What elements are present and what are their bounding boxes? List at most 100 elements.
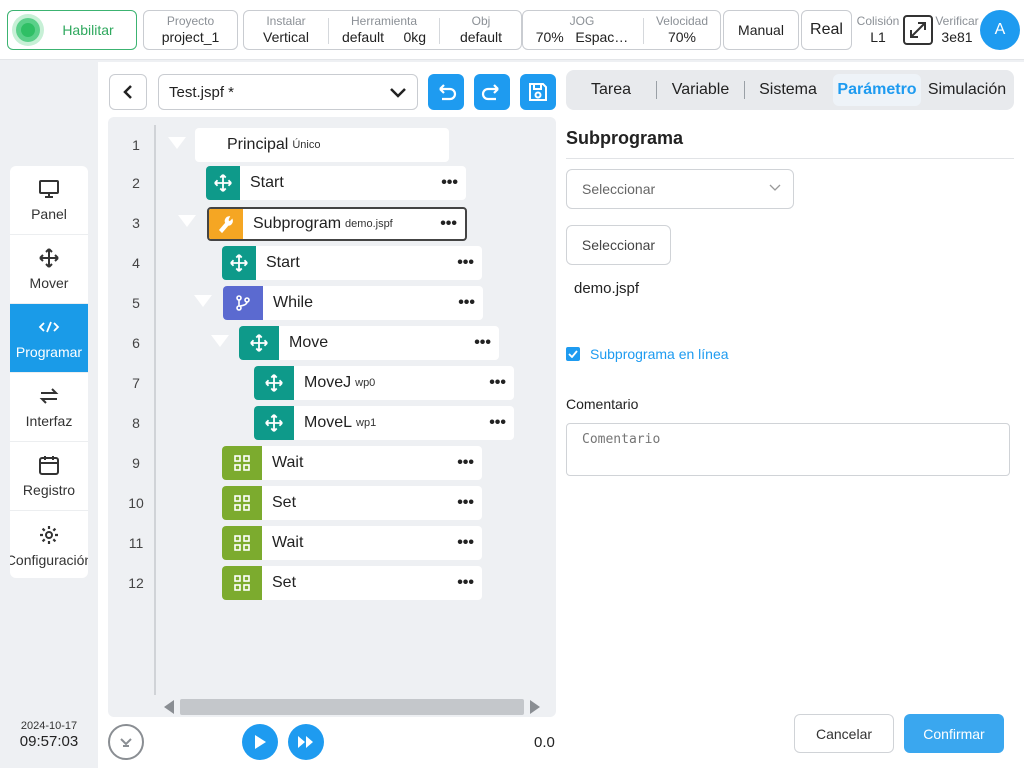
horizontal-scrollbar[interactable] (160, 697, 544, 717)
move-arrows-icon (38, 247, 60, 269)
tab-system[interactable]: Sistema (745, 74, 831, 106)
line-number: 4 (132, 255, 140, 271)
line-number: 1 (132, 137, 140, 153)
tree-node-wait[interactable]: Wait ••• (222, 446, 482, 480)
redo-button[interactable] (474, 74, 510, 110)
more-options-icon[interactable]: ••• (489, 414, 506, 432)
collapse-caret-icon[interactable] (168, 137, 186, 149)
file-select[interactable]: Test.jspf * (158, 74, 418, 110)
tab-bar: Tarea Variable Sistema Parámetro Simulac… (566, 70, 1014, 110)
more-options-icon[interactable]: ••• (458, 294, 475, 312)
sidebar-item-label: Programar (15, 344, 83, 360)
inline-subprogram-checkbox[interactable]: Subprograma en línea (566, 346, 729, 362)
install-value: Vertical (263, 29, 309, 45)
manual-mode-button[interactable]: Manual (723, 10, 799, 50)
install-tool-obj-box[interactable]: Instalar Vertical Herramienta default 0k… (243, 10, 522, 50)
more-options-icon[interactable]: ••• (489, 374, 506, 392)
scroll-left-icon[interactable] (164, 700, 174, 714)
user-avatar[interactable]: A (980, 10, 1020, 50)
comment-field[interactable] (566, 423, 1010, 476)
line-number: 6 (132, 335, 140, 351)
cancel-button[interactable]: Cancelar (794, 714, 894, 753)
verify-label: Verificar (935, 14, 979, 28)
fast-forward-button[interactable] (288, 724, 324, 760)
more-options-icon[interactable]: ••• (457, 494, 474, 512)
tree-node-movel[interactable]: MoveL wp1 ••• (254, 406, 514, 440)
verify-indicator[interactable]: Verificar 3e81 (933, 14, 981, 45)
select-file-button[interactable]: Seleccionar (566, 225, 671, 265)
project-label: Proyecto (166, 14, 215, 28)
file-name: Test.jspf * (169, 83, 235, 101)
node-label: Start (266, 254, 300, 271)
sidebar-item-label: Interfaz (25, 413, 73, 429)
tree-node-set[interactable]: Set ••• (222, 486, 482, 520)
scroll-right-icon[interactable] (530, 700, 540, 714)
tree-node-subprogram[interactable]: Subprogram demo.jspf ••• (207, 207, 467, 241)
collapse-caret-icon[interactable] (211, 335, 229, 347)
node-sublabel: demo.jspf (345, 218, 393, 230)
tool-payload: 0kg (403, 29, 427, 45)
confirm-button[interactable]: Confirmar (904, 714, 1004, 753)
node-label: While (273, 294, 314, 311)
line-number: 3 (132, 215, 140, 231)
tool-value: default 0kg (341, 29, 427, 45)
install-label: Instalar (266, 14, 306, 28)
tab-variable[interactable]: Variable (657, 74, 744, 106)
tree-node-while[interactable]: While ••• (223, 286, 483, 320)
sidebar: Panel Mover Programar Interfaz Registro … (10, 166, 88, 578)
tree-node-principal[interactable]: Principal Único (195, 128, 449, 162)
tree-node-movej[interactable]: MoveJ wp0 ••• (254, 366, 514, 400)
sidebar-item-log[interactable]: Registro (10, 442, 88, 511)
checkbox-checked-icon[interactable] (566, 347, 580, 361)
save-button[interactable] (520, 74, 556, 110)
more-options-icon[interactable]: ••• (440, 215, 457, 233)
move-arrows-icon (222, 246, 256, 280)
tree-node-set[interactable]: Set ••• (222, 566, 482, 600)
undo-button[interactable] (428, 74, 464, 110)
speed-value: 70% (667, 29, 697, 45)
fast-forward-icon (298, 736, 313, 748)
time-text: 09:57:03 (19, 733, 79, 750)
tab-parameter[interactable]: Parámetro (833, 74, 921, 106)
tab-task[interactable]: Tarea (566, 74, 656, 106)
sidebar-item-settings[interactable]: Configuración (10, 511, 88, 578)
date-text: 2024-10-17 (20, 720, 78, 732)
sidebar-item-program[interactable]: Programar (10, 304, 88, 373)
select-placeholder: Seleccionar (582, 181, 656, 197)
collapse-caret-icon[interactable] (178, 215, 196, 227)
sidebar-item-move[interactable]: Mover (10, 235, 88, 304)
parameter-panel: Tarea Variable Sistema Parámetro Simulac… (562, 62, 1024, 768)
more-options-icon[interactable]: ••• (457, 574, 474, 592)
tree-node-start[interactable]: Start ••• (222, 246, 482, 280)
scrollbar-thumb[interactable] (180, 699, 524, 715)
save-icon (529, 83, 547, 101)
more-options-icon[interactable]: ••• (457, 534, 474, 552)
step-down-button[interactable] (108, 724, 144, 760)
line-number: 2 (132, 175, 140, 191)
tab-simulation[interactable]: Simulación (921, 74, 1013, 106)
selected-file-name: demo.jspf (574, 280, 640, 297)
project-box[interactable]: Proyecto project_1 (143, 10, 238, 50)
sidebar-item-interface[interactable]: Interfaz (10, 373, 88, 442)
enable-status-icon (16, 18, 40, 42)
sidebar-item-panel[interactable]: Panel (10, 166, 88, 235)
back-button[interactable] (109, 74, 147, 110)
line-number: 5 (132, 295, 140, 311)
jog-speed-box[interactable]: JOG 70% Espac… Velocidad 70% (522, 10, 721, 50)
checkbox-label: Subprograma en línea (590, 346, 729, 362)
more-options-icon[interactable]: ••• (457, 254, 474, 272)
obj-value: default (459, 29, 503, 45)
real-mode-button[interactable]: Real (801, 10, 852, 50)
tree-node-start[interactable]: Start ••• (206, 166, 466, 200)
collapse-caret-icon[interactable] (194, 295, 212, 307)
tree-node-move[interactable]: Move ••• (239, 326, 499, 360)
expand-icon[interactable] (903, 15, 933, 45)
more-options-icon[interactable]: ••• (474, 334, 491, 352)
more-options-icon[interactable]: ••• (441, 174, 458, 192)
more-options-icon[interactable]: ••• (457, 454, 474, 472)
collision-indicator[interactable]: Colisión L1 (854, 14, 902, 45)
subprogram-select[interactable]: Seleccionar (566, 169, 794, 209)
tree-node-wait[interactable]: Wait ••• (222, 526, 482, 560)
enable-button[interactable]: Habilitar (7, 10, 137, 50)
play-button[interactable] (242, 724, 278, 760)
